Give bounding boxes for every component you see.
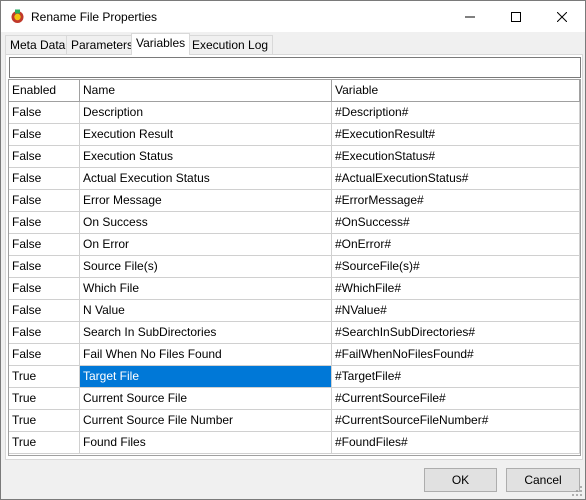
cell-variable[interactable]: #ActualExecutionStatus# [332,168,580,190]
ok-button[interactable]: OK [424,468,497,492]
maximize-icon [511,11,521,22]
cell-variable[interactable]: #FailWhenNoFilesFound# [332,344,580,366]
cell-name[interactable]: Execution Status [80,146,332,168]
cell-name[interactable]: N Value [80,300,332,322]
table-row[interactable]: False On Success #OnSuccess# [9,212,580,234]
cell-enabled[interactable]: True [9,366,80,388]
cell-enabled[interactable]: False [9,168,80,190]
maximize-button[interactable] [493,1,539,32]
variables-panel: Enabled Name Variable False Description #D… [5,54,583,460]
cell-name[interactable]: Description [80,102,332,124]
table-row[interactable]: False Which File #WhichFile# [9,278,580,300]
cell-enabled[interactable]: False [9,322,80,344]
cell-enabled[interactable]: False [9,212,80,234]
cell-name[interactable]: On Error [80,234,332,256]
minimize-icon [465,16,475,17]
tab-parameters[interactable]: Parameters [66,35,139,55]
cell-enabled[interactable]: False [9,124,80,146]
table-row[interactable]: True Current Source File Number #CurrentSo… [9,410,580,432]
cell-name[interactable]: Execution Result [80,124,332,146]
grid-header: Enabled Name Variable [9,80,580,102]
cell-variable[interactable]: #Description# [332,102,580,124]
cell-variable[interactable]: #SourceFile(s)# [332,256,580,278]
cell-enabled[interactable]: False [9,190,80,212]
table-row[interactable]: False Description #Description# [9,102,580,124]
table-row[interactable]: True Found Files #FoundFiles# [9,432,580,454]
cancel-button[interactable]: Cancel [506,468,580,492]
cell-name[interactable]: Source File(s) [80,256,332,278]
table-row[interactable]: False Actual Execution Status #ActualExecu… [9,168,580,190]
column-header-enabled[interactable]: Enabled [9,80,80,101]
cell-enabled[interactable]: False [9,278,80,300]
table-row[interactable]: False Search In SubDirectories #SearchInSu… [9,322,580,344]
table-row[interactable]: False Error Message #ErrorMessage# [9,190,580,212]
close-button[interactable] [539,1,585,32]
cell-name[interactable]: Found Files [80,432,332,454]
cell-name[interactable]: Error Message [80,190,332,212]
cell-name[interactable]: Search In SubDirectories [80,322,332,344]
table-row[interactable]: True Current Source File #CurrentSourceFil… [9,388,580,410]
tab-strip: Meta Data Parameters Variables Execution… [5,33,583,55]
dialog-window: Rename File Properties Meta Data Paramet… [0,0,586,500]
resize-grip-icon[interactable] [571,485,583,497]
table-row[interactable]: False Execution Status #ExecutionStatus# [9,146,580,168]
title-bar: Rename File Properties [1,1,585,32]
cell-name[interactable]: Actual Execution Status [80,168,332,190]
cell-enabled[interactable]: False [9,344,80,366]
cell-variable[interactable]: #ExecutionResult# [332,124,580,146]
cell-enabled[interactable]: True [9,388,80,410]
cell-enabled[interactable]: False [9,256,80,278]
cell-name[interactable]: Current Source File Number [80,410,332,432]
cell-enabled[interactable]: False [9,102,80,124]
column-header-name[interactable]: Name [80,80,332,101]
cell-name[interactable]: Target File [80,366,332,388]
cell-name[interactable]: Fail When No Files Found [80,344,332,366]
column-header-variable[interactable]: Variable [332,80,580,101]
cell-variable[interactable]: #NValue# [332,300,580,322]
cell-name[interactable]: Current Source File [80,388,332,410]
cell-variable[interactable]: #FoundFiles# [332,432,580,454]
cell-variable[interactable]: #OnError# [332,234,580,256]
cell-variable[interactable]: #OnSuccess# [332,212,580,234]
cell-name[interactable]: Which File [80,278,332,300]
tab-variables[interactable]: Variables [131,33,191,55]
close-icon [557,11,567,22]
cell-name[interactable]: On Success [80,212,332,234]
table-row[interactable]: False Source File(s) #SourceFile(s)# [9,256,580,278]
cell-enabled[interactable]: True [9,432,80,454]
table-row[interactable]: False Fail When No Files Found #FailWhenNo… [9,344,580,366]
minimize-button[interactable] [447,1,493,32]
table-row[interactable]: False N Value #NValue# [9,300,580,322]
table-row[interactable]: False Execution Result #ExecutionResult# [9,124,580,146]
variables-grid[interactable]: Enabled Name Variable False Description #D… [8,79,581,456]
cell-variable[interactable]: #CurrentSourceFile# [332,388,580,410]
filter-input[interactable] [9,57,581,78]
cell-enabled[interactable]: False [9,146,80,168]
table-row[interactable]: True Target File #TargetFile# [9,366,580,388]
cell-variable[interactable]: #ErrorMessage# [332,190,580,212]
cell-variable[interactable]: #TargetFile# [332,366,580,388]
table-row[interactable]: False On Error #OnError# [9,234,580,256]
window-title: Rename File Properties [31,10,158,24]
cell-enabled[interactable]: False [9,234,80,256]
cell-enabled[interactable]: False [9,300,80,322]
tab-meta-data[interactable]: Meta Data [5,35,71,55]
cell-variable[interactable]: #SearchInSubDirectories# [332,322,580,344]
cell-enabled[interactable]: True [9,410,80,432]
cell-variable[interactable]: #WhichFile# [332,278,580,300]
cell-variable[interactable]: #ExecutionStatus# [332,146,580,168]
tab-execution-log[interactable]: Execution Log [187,35,274,55]
cell-variable[interactable]: #CurrentSourceFileNumber# [332,410,580,432]
app-icon [10,9,25,24]
